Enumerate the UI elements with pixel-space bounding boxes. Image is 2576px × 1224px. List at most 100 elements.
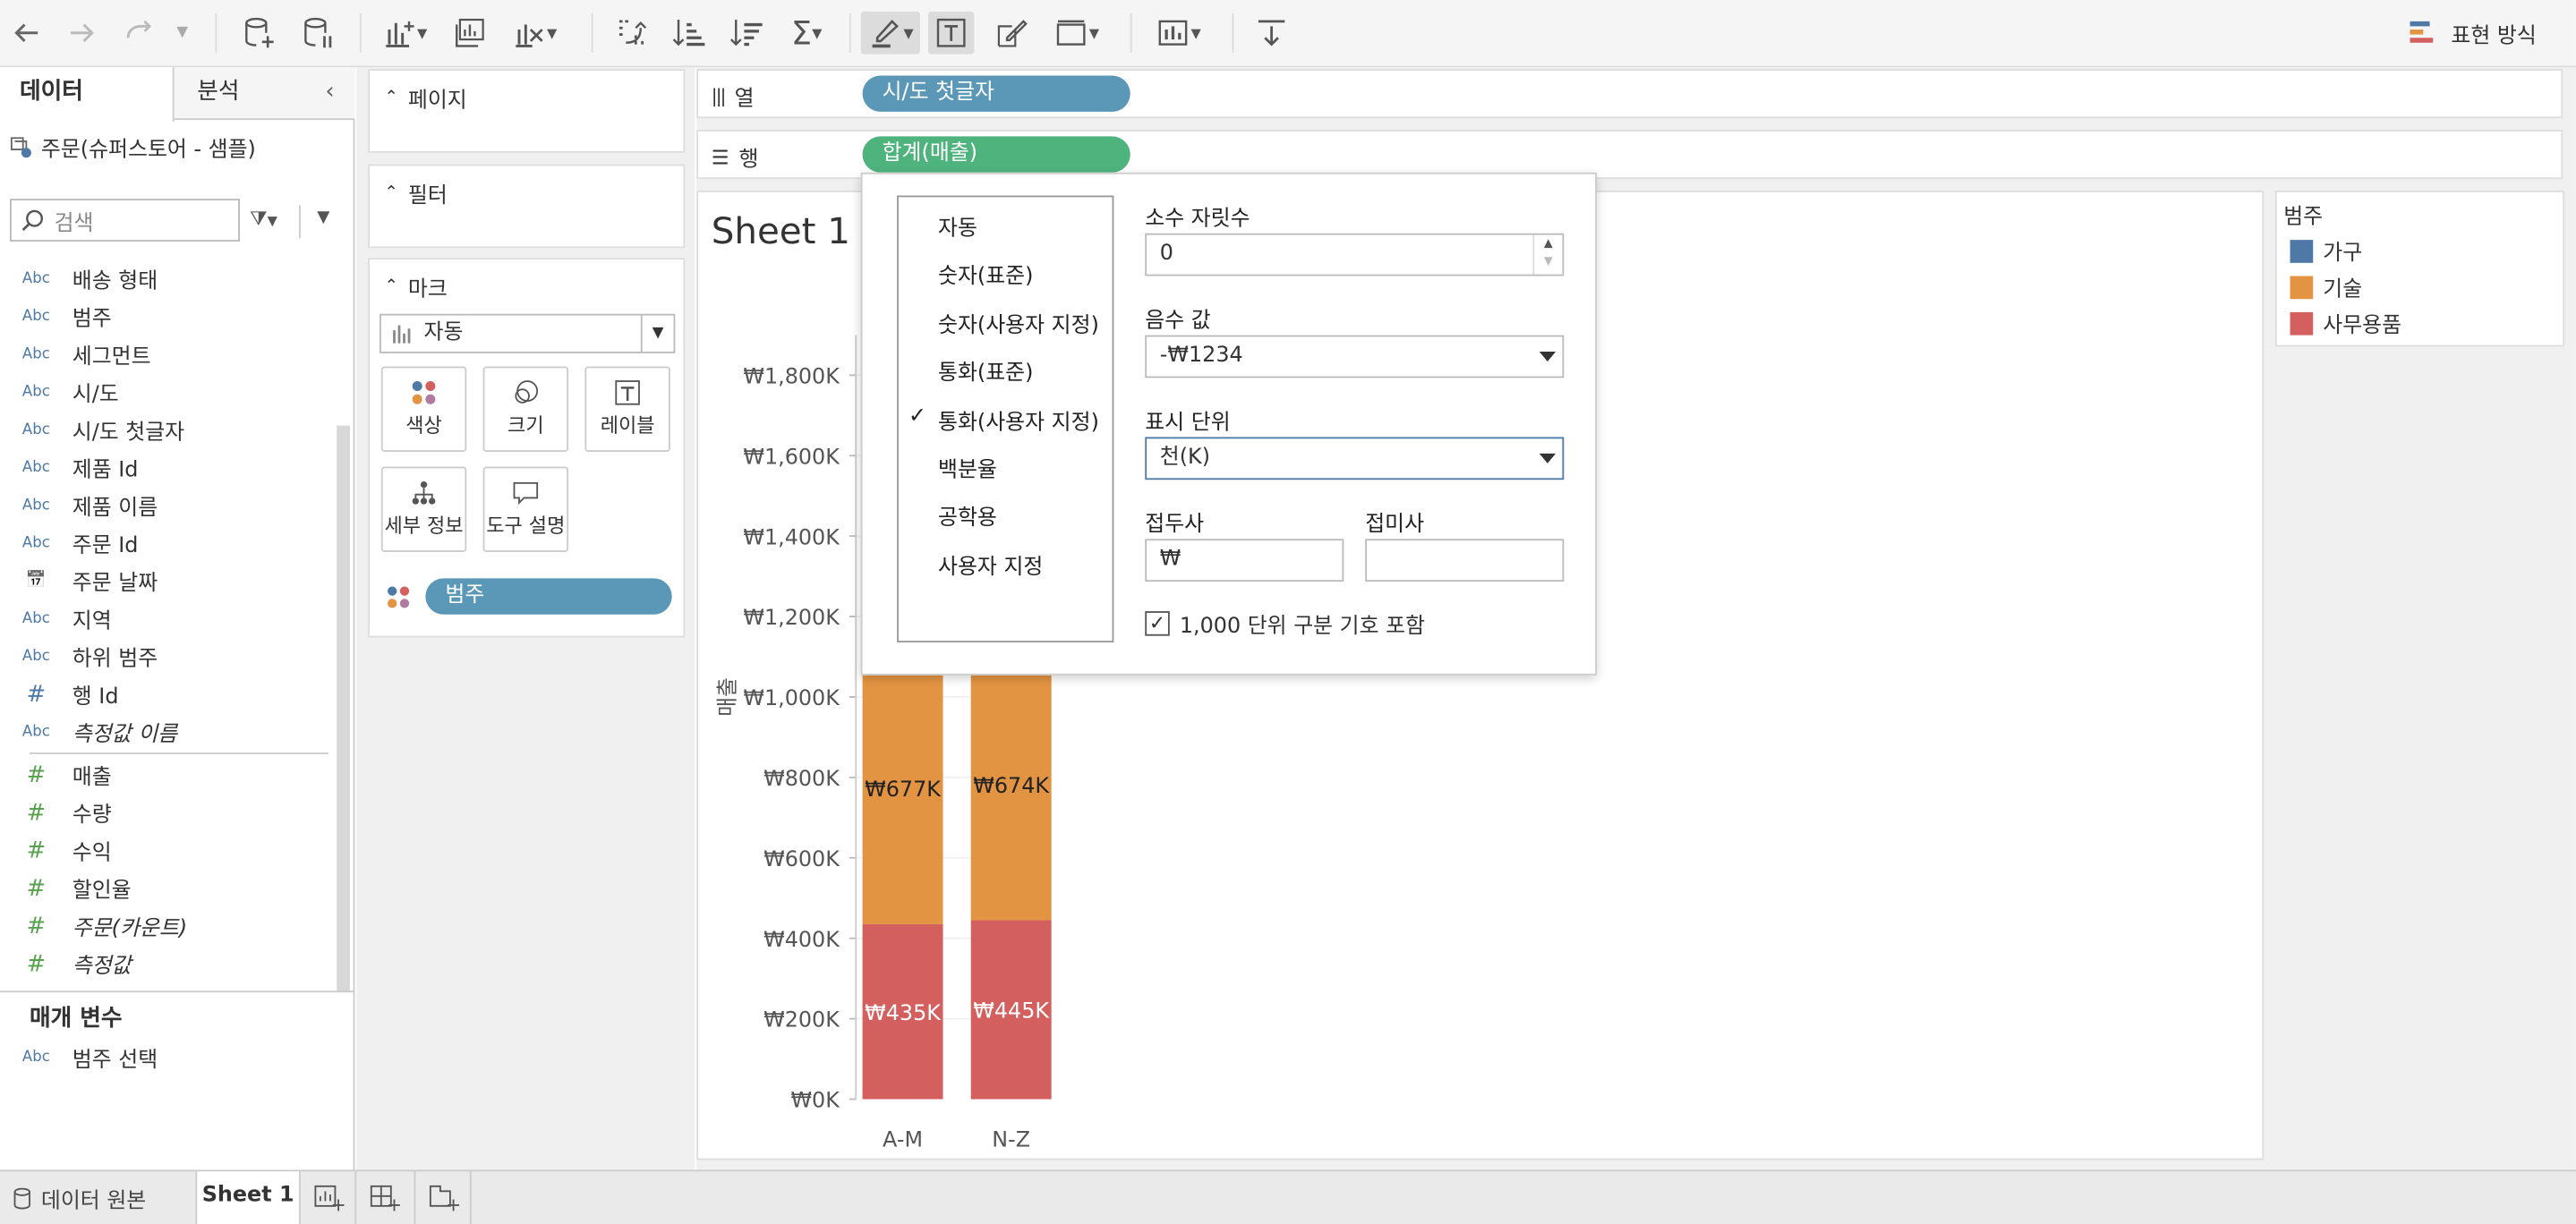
legend-title: 범주 [2283, 205, 2324, 231]
negative-select[interactable]: -₩1234 [1145, 335, 1565, 378]
field-item[interactable]: # 매출 [0, 756, 337, 794]
columns-shelf[interactable]: ||| 열 시/도 첫글자 [696, 69, 2563, 119]
bar-data-label[interactable]: ₩677K [865, 777, 942, 802]
format-option[interactable]: 공학용 [938, 500, 997, 531]
collapse-icon[interactable]: ⌃ [384, 89, 397, 106]
label-button[interactable]: 레이블 [584, 366, 670, 452]
parameter-item[interactable]: Abc 범주 선택 [0, 1039, 337, 1076]
format-option[interactable]: 백분율 [938, 452, 997, 483]
filter-fields-icon[interactable]: ⧩▼ [250, 207, 277, 232]
rows-pill[interactable]: 합계(매출) [862, 136, 1130, 173]
toolbar: ▼ ▼ ▼ Σ ▼ ▼ ▼ ▼ 표현 방식 [0, 0, 2576, 68]
bar-data-label[interactable]: ₩445K [973, 999, 1050, 1024]
field-item[interactable]: # 주문(카운트) [0, 907, 337, 945]
new-worksheet-icon[interactable]: ▼ [378, 12, 431, 55]
field-item[interactable]: # 수익 [0, 831, 337, 869]
collapse-pane-icon[interactable]: ‹ [325, 67, 334, 120]
pages-card[interactable]: ⌃ 페이지 [368, 69, 686, 153]
field-item[interactable]: # 행 Id [0, 676, 337, 713]
format-option[interactable]: 자동 [938, 210, 977, 242]
sort-descending-icon[interactable] [723, 12, 769, 55]
units-select[interactable]: 천(K) [1145, 437, 1565, 480]
chevron-down-icon[interactable]: ▼ [640, 315, 674, 352]
legend-item[interactable]: 가구 [2290, 235, 2362, 266]
mark-type-select[interactable]: 자동 ▼ [379, 313, 676, 353]
size-button[interactable]: 크기 [482, 366, 569, 452]
field-item[interactable]: Abc 제품 이름 [0, 487, 337, 524]
y-tick-label: ₩1,800K [743, 364, 840, 389]
field-item[interactable]: Abc 제품 Id [0, 448, 337, 486]
suffix-input[interactable] [1365, 539, 1565, 582]
field-item[interactable]: Abc 지역 [0, 599, 337, 637]
legend-item[interactable]: 기술 [2290, 271, 2362, 302]
sheet-tab[interactable]: Sheet 1 [195, 1171, 301, 1224]
totals-icon[interactable]: Σ ▼ [782, 12, 832, 55]
tab-analysis[interactable]: 분석 [197, 67, 239, 120]
new-dashboard-icon[interactable] [368, 1181, 401, 1220]
search-input[interactable]: 검색 [10, 199, 240, 242]
format-option[interactable]: 사용자 지정 [938, 548, 1043, 580]
datasource-tab-label: 데이터 원본 [40, 1189, 147, 1215]
field-item[interactable]: 📅 주문 날짜 [0, 562, 337, 599]
format-option[interactable]: 통화(표준) [938, 355, 1033, 387]
legend-item[interactable]: 사무용품 [2290, 307, 2401, 338]
tooltip-button[interactable]: 도구 설명 [482, 466, 569, 552]
format-workbook-icon[interactable] [989, 12, 1035, 55]
swap-axes-icon[interactable] [608, 12, 653, 55]
filters-card[interactable]: ⌃ 필터 [368, 164, 686, 249]
new-worksheet-tab-icon[interactable] [312, 1181, 345, 1220]
stepper-arrows-icon[interactable]: ▲ ▼ [1532, 234, 1562, 275]
field-item[interactable]: Abc 시/도 [0, 373, 337, 411]
field-item[interactable]: # 할인율 [0, 869, 337, 906]
replay-icon[interactable] [118, 12, 161, 55]
collapse-icon[interactable]: ⌃ [384, 184, 397, 202]
redo-icon[interactable] [63, 12, 102, 55]
undo-icon[interactable] [6, 12, 46, 55]
color-pill[interactable]: 범주 [425, 578, 672, 615]
separator-checkbox[interactable]: ✓ [1145, 611, 1170, 636]
field-item[interactable]: Abc 세그먼트 [0, 336, 337, 373]
field-item[interactable]: Abc 시/도 첫글자 [0, 411, 337, 448]
show-me-button[interactable]: 표현 방식 [2409, 13, 2537, 53]
prefix-input[interactable]: ₩ [1145, 539, 1344, 582]
field-item[interactable]: Abc 하위 범주 [0, 637, 337, 675]
format-option[interactable]: 숫자(표준) [938, 259, 1033, 290]
sort-ascending-icon[interactable] [665, 12, 711, 55]
show-labels-icon[interactable] [928, 11, 975, 55]
field-item[interactable]: Abc 주문 Id [0, 524, 337, 562]
field-item[interactable]: Abc 범주 [0, 297, 337, 335]
tab-data[interactable]: 데이터 [0, 67, 175, 122]
color-button[interactable]: 색상 [380, 366, 467, 452]
fields-scrollbar[interactable] [337, 425, 350, 993]
replay-dropdown-icon[interactable]: ▼ [171, 12, 194, 55]
bar-data-label[interactable]: ₩435K [865, 1000, 942, 1025]
marks-title: 마크 [407, 277, 448, 302]
clear-sheet-icon[interactable]: ▼ [506, 12, 561, 55]
field-item[interactable]: Abc 배송 형태 [0, 259, 337, 297]
presentation-mode-icon[interactable]: ▼ [1147, 12, 1209, 55]
number-type-icon: # [26, 761, 47, 788]
datasource-tab[interactable]: 데이터 원본 [13, 1183, 147, 1215]
decimals-stepper[interactable]: 0 ▲ ▼ [1145, 233, 1565, 276]
format-option[interactable]: 통화(사용자 지정) [938, 404, 1099, 435]
field-item[interactable]: # 수량 [0, 794, 337, 831]
columns-pill[interactable]: 시/도 첫글자 [862, 75, 1130, 112]
fit-icon[interactable]: ▼ [1048, 12, 1104, 55]
bar-data-label[interactable]: ₩674K [973, 773, 1050, 798]
format-option[interactable]: 숫자(사용자 지정) [938, 307, 1099, 338]
pane-menu-icon[interactable]: ▼ [317, 208, 329, 226]
datasource-item[interactable]: 주문(슈퍼스토어 - 샘플) [8, 132, 256, 163]
format-type-list[interactable]: 자동 숫자(표준) 숫자(사용자 지정) 통화(표준) 통화(사용자 지정) ✓ 백분율 공학… [897, 195, 1114, 642]
new-story-icon[interactable] [427, 1181, 460, 1220]
new-datasource-icon[interactable] [236, 12, 282, 55]
field-item[interactable]: # 측정값 [0, 945, 337, 982]
field-item[interactable]: Abc 측정값 이름 [0, 713, 337, 751]
detail-button[interactable]: 세부 정보 [380, 466, 467, 552]
highlight-icon[interactable]: ▼ [860, 11, 920, 55]
share-icon[interactable] [1249, 12, 1294, 55]
separator-option[interactable]: ✓ 1,000 단위 구분 기호 포함 [1145, 608, 1425, 639]
duplicate-sheet-icon[interactable] [447, 12, 492, 55]
collapse-icon[interactable]: ⌃ [384, 277, 397, 295]
pause-datasource-icon[interactable] [295, 12, 341, 55]
datasource-icon [10, 137, 31, 158]
